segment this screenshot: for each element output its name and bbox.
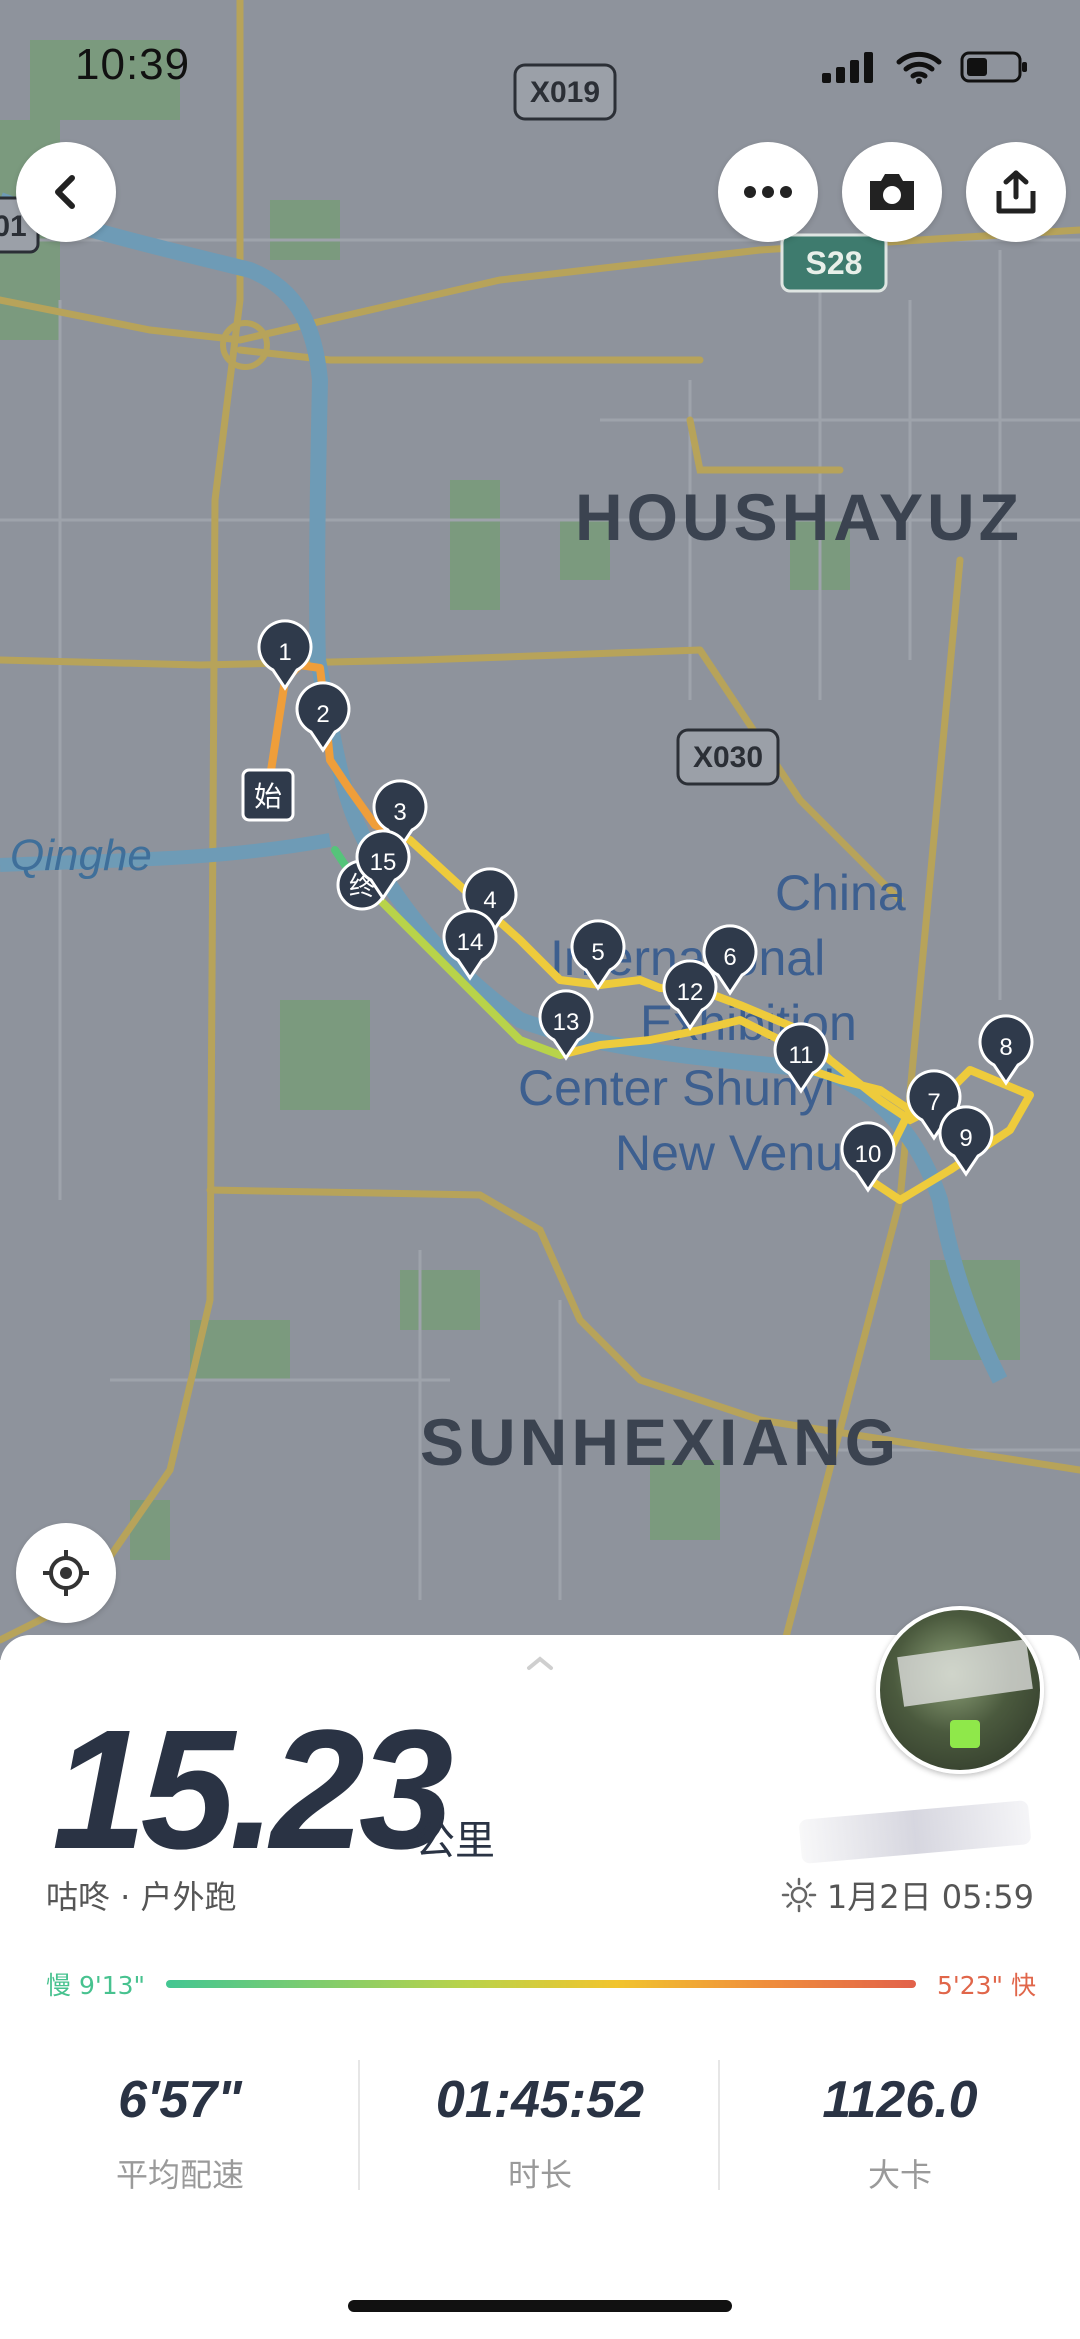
svg-text:6: 6 xyxy=(723,944,736,971)
date-text: 1月2日 05:59 xyxy=(826,1878,1034,1916)
signal-icon xyxy=(822,52,873,83)
status-icons xyxy=(822,50,1030,84)
svg-text:5: 5 xyxy=(591,939,604,966)
stat-label: 时长 xyxy=(507,2156,572,2194)
road-badge-x019: X019 xyxy=(513,63,617,121)
back-button[interactable] xyxy=(16,142,116,242)
camera-button[interactable] xyxy=(842,142,942,242)
stat-avg-pace: 6'57" 平均配速 xyxy=(0,2070,360,2196)
status-time: 10:39 xyxy=(75,40,191,89)
home-indicator[interactable] xyxy=(348,2300,732,2312)
locate-button[interactable] xyxy=(16,1523,116,1623)
activity-date: 1月2日 05:59 xyxy=(781,1872,1034,1918)
svg-text:2: 2 xyxy=(316,701,329,728)
sun-icon xyxy=(781,1877,817,1913)
svg-text:1: 1 xyxy=(278,639,291,666)
stat-label: 大卡 xyxy=(867,2156,932,2194)
pace-gradient-bar xyxy=(166,1980,916,1988)
svg-text:11: 11 xyxy=(789,1042,814,1069)
svg-text:3: 3 xyxy=(393,799,406,826)
distance-value: 15.23 xyxy=(52,1695,453,1885)
svg-text:15: 15 xyxy=(370,849,397,876)
more-dots-icon xyxy=(744,186,792,198)
district-label-north: HOUSHAYUZ xyxy=(575,480,1023,554)
avatar[interactable] xyxy=(876,1606,1044,1774)
svg-text:4: 4 xyxy=(483,887,496,914)
stat-duration: 01:45:52 时长 xyxy=(360,2070,720,2196)
pace-fast-label: 5'23" 快 xyxy=(936,1971,1036,2000)
road-badge-x030: X030 xyxy=(676,728,780,786)
distance-unit: 公里 xyxy=(415,1818,495,1864)
svg-text:China: China xyxy=(775,865,906,921)
route-map[interactable]: X019 S28 X030 01 HOUSHAYUZ SUNHEXIANG Qi… xyxy=(0,0,1080,1660)
svg-text:X030: X030 xyxy=(693,741,763,774)
sheet-handle-chevron-up-icon[interactable] xyxy=(526,1655,554,1671)
svg-text:X019: X019 xyxy=(530,76,600,109)
svg-text:7: 7 xyxy=(927,1089,940,1116)
battery-icon xyxy=(960,51,1027,83)
camera-icon xyxy=(870,174,914,210)
stat-value: 01:45:52 xyxy=(435,2071,645,2129)
chevron-left-icon xyxy=(55,175,75,209)
activity-source: 咕咚 · 户外跑 xyxy=(46,1878,237,1916)
svg-text:9: 9 xyxy=(959,1125,972,1152)
start-marker: 始 xyxy=(241,768,295,822)
svg-text:13: 13 xyxy=(553,1009,580,1036)
road-badge-s28: S28 xyxy=(780,233,888,293)
pace-slow-label: 慢 9'13" xyxy=(46,1971,146,2000)
svg-text:S28: S28 xyxy=(806,245,863,281)
svg-text:8: 8 xyxy=(999,1034,1012,1061)
stat-label: 平均配速 xyxy=(115,2156,244,2194)
share-button[interactable] xyxy=(966,142,1066,242)
svg-text:12: 12 xyxy=(677,979,704,1006)
locate-crosshair-icon xyxy=(43,1550,89,1596)
stat-value: 6'57" xyxy=(118,2071,242,2129)
share-icon xyxy=(996,170,1036,214)
pace-legend: 慢 9'13" 5'23" 快 xyxy=(46,1966,1036,2006)
district-label-south: SUNHEXIANG xyxy=(420,1405,900,1479)
river-label: Qinghe xyxy=(10,831,152,880)
stat-calories: 1126.0 大卡 xyxy=(720,2070,1080,2196)
more-button[interactable] xyxy=(718,142,818,242)
wifi-icon xyxy=(896,51,942,84)
svg-text:14: 14 xyxy=(457,929,484,956)
svg-text:10: 10 xyxy=(855,1141,882,1168)
svg-text:始: 始 xyxy=(254,780,282,813)
svg-text:New Venue: New Venue xyxy=(615,1125,871,1181)
stat-value: 1126.0 xyxy=(822,2071,978,2129)
